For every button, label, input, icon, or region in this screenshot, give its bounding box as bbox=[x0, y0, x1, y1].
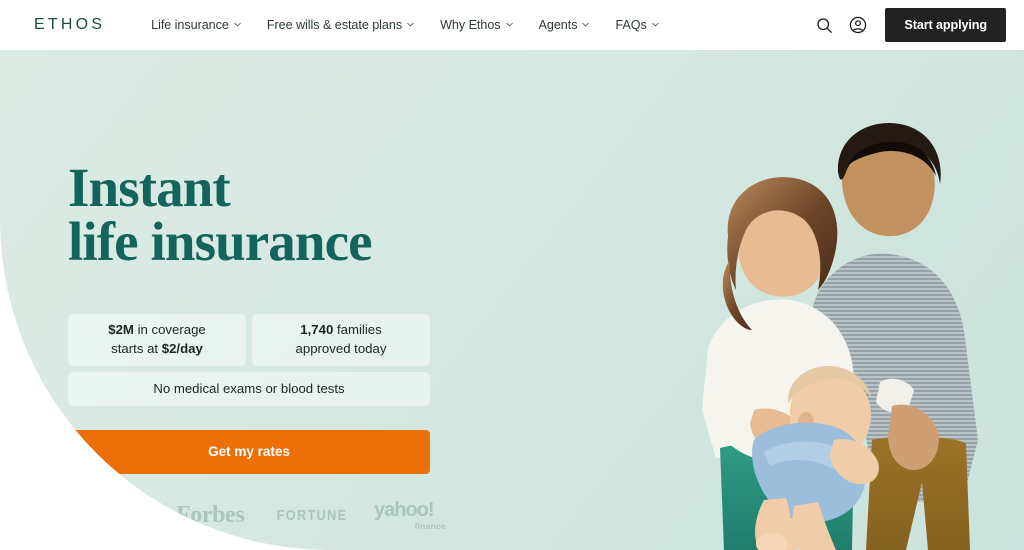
primary-nav-links: Life insurance Free wills & estate plans… bbox=[151, 18, 659, 32]
family-photo bbox=[694, 110, 1024, 550]
nav-item-faqs[interactable]: FAQs bbox=[615, 18, 659, 32]
stat-line-1: 1,740 families bbox=[300, 321, 381, 340]
stat-strong-value: 1,740 bbox=[300, 322, 334, 338]
start-applying-button[interactable]: Start applying bbox=[885, 8, 1006, 42]
hero-content: Instant life insurance $2M in coverage s… bbox=[68, 50, 488, 531]
nav-label: FAQs bbox=[615, 18, 647, 32]
headline-line-1: Instant bbox=[68, 157, 231, 218]
account-circle-icon[interactable] bbox=[841, 8, 875, 42]
get-my-rates-button[interactable]: Get my rates bbox=[68, 429, 430, 474]
stat-text: families bbox=[333, 322, 382, 338]
stat-text: starts at bbox=[111, 340, 162, 356]
logo-line-2: finance bbox=[414, 520, 446, 531]
page-title: Instant life insurance bbox=[68, 160, 488, 273]
hero-section: Instant life insurance $2M in coverage s… bbox=[0, 50, 1024, 550]
chevron-down-icon bbox=[505, 21, 513, 28]
stat-card-coverage: $2M in coverage starts at $2/day bbox=[68, 313, 246, 366]
stat-strong-value: $2M bbox=[108, 322, 134, 338]
yahoo-finance-logo: yahoo! finance bbox=[368, 500, 448, 531]
chevron-down-icon bbox=[234, 21, 241, 28]
nav-item-why-ethos[interactable]: Why Ethos bbox=[440, 18, 513, 32]
nav-label: Why Ethos bbox=[440, 18, 501, 32]
business-insider-logo: BUSINESS INSIDER bbox=[68, 502, 168, 529]
press-logo-row: BUSINESS INSIDER Forbes FORTUNE yahoo! f… bbox=[68, 500, 448, 531]
stat-card-no-medical-exams: No medical exams or blood tests bbox=[68, 371, 430, 406]
chevron-down-icon bbox=[582, 21, 590, 28]
fortune-logo: FORTUNE bbox=[276, 506, 348, 524]
logo-line-1: yahoo! bbox=[374, 498, 435, 521]
headline-line-2: life insurance bbox=[68, 211, 373, 273]
nav-item-free-wills-estate-plans[interactable]: Free wills & estate plans bbox=[267, 18, 414, 32]
stat-card-row: $2M in coverage starts at $2/day 1,740 f… bbox=[68, 313, 430, 366]
top-navigation-bar: ETHOS Life insurance Free wills & estate… bbox=[0, 0, 1024, 50]
stat-line-1: $2M in coverage bbox=[108, 321, 206, 340]
stat-card-families: 1,740 families approved today bbox=[252, 313, 430, 366]
forbes-logo: Forbes bbox=[176, 501, 245, 528]
chevron-down-icon bbox=[407, 21, 414, 28]
nav-label: Life insurance bbox=[151, 18, 229, 32]
nav-label: Agents bbox=[538, 18, 578, 32]
page-root: ETHOS Life insurance Free wills & estate… bbox=[0, 0, 1024, 550]
stat-line-2: approved today bbox=[295, 340, 387, 356]
logo-line-1: BUSINESS bbox=[68, 502, 134, 514]
search-icon[interactable] bbox=[807, 8, 841, 42]
nav-item-life-insurance[interactable]: Life insurance bbox=[151, 18, 241, 32]
nav-actions: Start applying bbox=[807, 8, 1024, 42]
ethos-logo[interactable]: ETHOS bbox=[34, 17, 105, 33]
nav-item-agents[interactable]: Agents bbox=[539, 18, 590, 32]
stat-strong-value: $2/day bbox=[161, 340, 203, 356]
nav-label: Free wills & estate plans bbox=[266, 18, 403, 32]
stat-text: in coverage bbox=[133, 322, 206, 338]
chevron-down-icon bbox=[652, 21, 659, 28]
stat-line-2: starts at $2/day bbox=[111, 340, 203, 359]
logo-line-2: INSIDER bbox=[68, 516, 122, 528]
